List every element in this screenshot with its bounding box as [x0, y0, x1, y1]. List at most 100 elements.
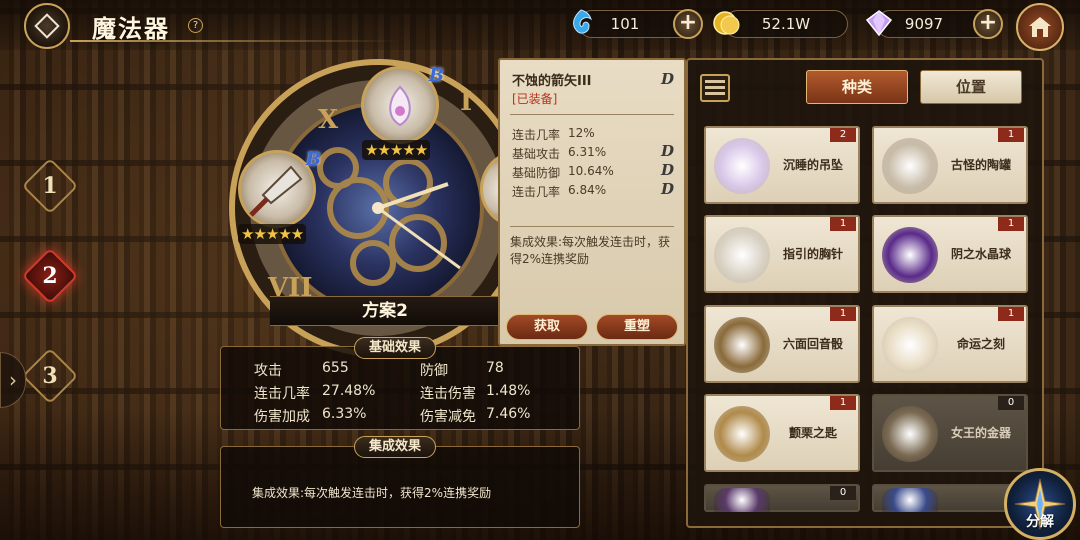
sub-stat-value: 6.84%: [568, 183, 607, 197]
inventory-item-name: 六面回音骰: [782, 337, 843, 351]
page-title: 魔法器: [92, 14, 170, 43]
star-rating: ★★★★★: [238, 224, 307, 244]
inventory-item-count: 1: [998, 217, 1024, 231]
inventory-item-name: 沉睡的吊坠: [782, 158, 843, 172]
obtain-button[interactable]: 获取: [506, 314, 588, 340]
inventory-item-name: 命运之刻: [956, 337, 1005, 351]
stat-label: 伤害加成: [254, 409, 310, 425]
inventory-item[interactable]: 命运之刻 1: [872, 305, 1028, 383]
sub-stat-label: 基础攻击: [512, 147, 561, 161]
inventory-panel: 种类 位置 沉睡的吊坠 2 古怪的陶罐 1 指引的胸针 1 阴之水晶球 1 六面回音骰 1 命运之刻…: [686, 58, 1044, 528]
grade-badge: B: [305, 149, 321, 170]
stat-value: 78: [486, 360, 504, 376]
home-button[interactable]: [1016, 3, 1064, 51]
inventory-item-name: 颤栗之匙: [788, 426, 837, 440]
plan-slot-1[interactable]: 1: [24, 160, 76, 212]
inventory-item-name: 古怪的陶罐: [950, 158, 1011, 172]
stat-value: 655: [322, 360, 349, 376]
plan-label: 方案2: [270, 296, 500, 326]
sub-stat-label: 基础防御: [512, 166, 561, 180]
pendant-icon: [389, 85, 411, 127]
inventory-item[interactable]: 阴之水晶球 1: [872, 215, 1028, 293]
resource-blue-crystal: 101 +: [573, 9, 703, 39]
set-effect-text: 集成效果:每次触发连击时，获得2%连携奖励: [252, 486, 492, 500]
menu-button[interactable]: [24, 3, 70, 49]
top-bar: 魔法器 ? 101 + 52.1W 9097 +: [0, 0, 1080, 51]
equipped-slot-arrow[interactable]: B: [238, 149, 321, 228]
inventory-item-name: 女王的金器: [950, 426, 1011, 440]
resource-value: 52.1W: [761, 15, 811, 33]
dice-icon: [714, 317, 770, 373]
resource-value: 9097: [904, 15, 944, 33]
inventory-item-count: 1: [998, 307, 1024, 321]
inventory-item-count: 0: [998, 396, 1024, 410]
tab-type[interactable]: 种类: [806, 70, 908, 104]
stat-value: 6.33%: [322, 406, 367, 422]
house-icon: [1029, 17, 1051, 37]
add-gem-button[interactable]: +: [973, 9, 1003, 39]
stat-label: 连击几率: [254, 386, 310, 402]
tooltip-set-text: 集成效果:每次触发连击时，获得2%连携奖励: [510, 235, 671, 266]
inventory-item-name: 指引的胸针: [782, 247, 843, 261]
inventory-item-count: 1: [830, 217, 856, 231]
inventory-item[interactable]: 六面回音骰 1: [704, 305, 860, 383]
tooltip-item-name: 不蚀的箭矢III: [512, 74, 592, 89]
reforge-button[interactable]: 重塑: [596, 314, 678, 340]
svg-text:I: I: [460, 87, 472, 117]
stat-value: 7.46%: [486, 406, 531, 422]
orb-icon: [882, 488, 938, 512]
main-stat-label: 连击几率: [512, 128, 561, 142]
pendant-icon: [714, 138, 770, 194]
divider: [510, 114, 674, 115]
inventory-item-count: 1: [830, 307, 856, 321]
key-icon: [714, 406, 770, 462]
inventory-item[interactable]: 女王的金器 0: [872, 394, 1028, 472]
tooltip-grade: D: [660, 70, 674, 88]
inventory-item-count: 0: [830, 486, 856, 500]
stat-label: 连击伤害: [420, 386, 476, 402]
svg-text:X: X: [318, 105, 339, 135]
inventory-item-count: 1: [998, 128, 1024, 142]
sub-stat-value: 10.64%: [568, 164, 614, 178]
question-circle-icon[interactable]: ?: [188, 18, 203, 33]
inventory-item[interactable]: 0: [704, 484, 860, 512]
sub-stat-grade: D: [660, 161, 674, 179]
sub-stat-grade: D: [660, 180, 674, 198]
sub-stat-value: 6.31%: [568, 145, 607, 159]
tab-position[interactable]: 位置: [920, 70, 1022, 104]
plan-slot-3[interactable]: 3: [24, 350, 76, 402]
title-underline: [70, 40, 400, 42]
resource-value: 101: [610, 15, 640, 33]
inventory-item[interactable]: 古怪的陶罐 1: [872, 126, 1028, 204]
dismantle-button[interactable]: 分解: [1004, 468, 1076, 540]
book-icon: [714, 488, 770, 512]
inventory-item[interactable]: 颤栗之匙 1: [704, 394, 860, 472]
inventory-item-count: 1: [830, 396, 856, 410]
equipped-status: [已装备]: [512, 92, 558, 106]
base-stats-tag: 基础效果: [354, 337, 437, 359]
dismantle-label: 分解: [1026, 514, 1054, 530]
inventory-item-name: 阴之水晶球: [950, 247, 1011, 261]
stat-value: 27.48%: [322, 383, 376, 399]
stat-label: 防御: [420, 363, 448, 379]
crystal-ball-icon: [882, 227, 938, 283]
divider: [510, 226, 674, 227]
add-blue-crystal-button[interactable]: +: [673, 9, 703, 39]
inventory-item[interactable]: 指引的胸针 1: [704, 215, 860, 293]
sub-stat-grade: D: [660, 142, 674, 160]
star-rating: ★★★★★: [362, 140, 431, 160]
list-view-icon[interactable]: [700, 74, 730, 102]
diamond-menu-icon: [34, 13, 60, 39]
stat-value: 1.48%: [486, 383, 531, 399]
arrowhead-icon: [249, 165, 303, 217]
plan-slot-2[interactable]: 2: [24, 250, 76, 302]
main-stat-value: 12%: [568, 126, 595, 140]
resource-gem: 9097 +: [865, 9, 1003, 39]
pocket-watch-icon: [882, 317, 938, 373]
inventory-item[interactable]: 沉睡的吊坠 2: [704, 126, 860, 204]
sub-stat-label: 连击几率: [512, 185, 561, 199]
stat-label: 伤害减免: [420, 409, 476, 425]
goblet-icon: [882, 406, 938, 462]
set-effect-tag: 集成效果: [354, 436, 437, 458]
equipped-slot-pendant[interactable]: B: [361, 65, 444, 144]
